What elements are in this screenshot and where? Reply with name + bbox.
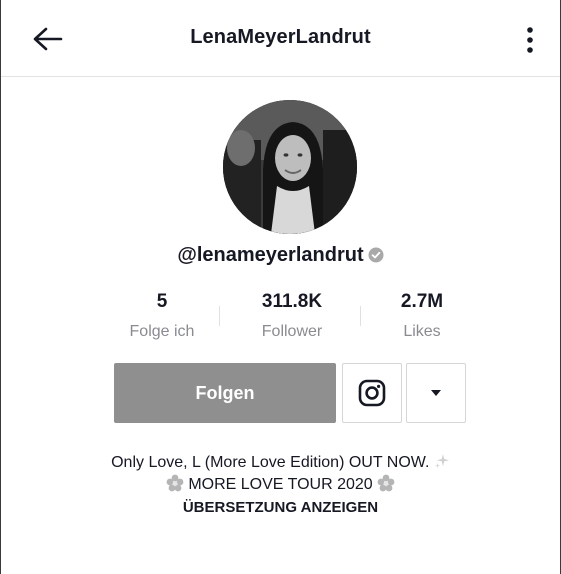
bio-text-1: Only Love, L (More Love Edition) OUT NOW… — [111, 454, 430, 471]
following-label: Folge ich — [129, 323, 195, 340]
followers-label: Follower — [261, 323, 323, 340]
translate-link[interactable]: ÜBERSETZUNG ANZEIGEN — [1, 497, 560, 519]
profile-screen: LenaMeyerLandrut @lenameyerlandrut 5 Fol… — [0, 0, 561, 574]
avatar-photo — [223, 100, 357, 234]
following-count: 5 — [156, 291, 168, 312]
bio-line-2: MORE LOVE TOUR 2020 — [1, 474, 560, 496]
instagram-icon — [358, 379, 386, 407]
bio-line-1: Only Love, L (More Love Edition) OUT NOW… — [1, 452, 560, 474]
avatar[interactable] — [223, 100, 357, 234]
bio: Only Love, L (More Love Edition) OUT NOW… — [1, 452, 560, 519]
follow-button[interactable]: Folgen — [114, 363, 336, 423]
top-bar: LenaMeyerLandrut — [1, 0, 560, 77]
cherry-blossom-icon — [166, 474, 184, 492]
instagram-button[interactable] — [342, 363, 402, 423]
suggested-accounts-button[interactable] — [406, 363, 466, 423]
bio-text-2: MORE LOVE TOUR 2020 — [188, 476, 373, 493]
page-title: LenaMeyerLandrut — [190, 26, 371, 48]
sparkles-icon — [434, 454, 449, 469]
likes-count: 2.7M — [400, 291, 444, 312]
username: @lenameyerlandrut — [177, 244, 364, 266]
stat-divider — [219, 306, 220, 326]
cherry-blossom-icon — [377, 474, 395, 492]
caret-down-icon — [431, 390, 441, 396]
followers-count: 311.8K — [261, 291, 323, 312]
verified-badge-icon — [368, 247, 384, 263]
likes-label: Likes — [403, 323, 441, 340]
stat-followers[interactable]: 311.8K Follower — [227, 290, 357, 341]
more-vertical-icon — [527, 27, 533, 53]
more-options-button[interactable] — [520, 24, 540, 58]
stat-following[interactable]: 5 Folge ich — [97, 290, 227, 341]
username-row: @lenameyerlandrut — [1, 244, 560, 267]
stats-row: 5 Folge ich 311.8K Follower 2.7M Likes — [97, 290, 487, 346]
stat-likes: 2.7M Likes — [357, 290, 487, 341]
